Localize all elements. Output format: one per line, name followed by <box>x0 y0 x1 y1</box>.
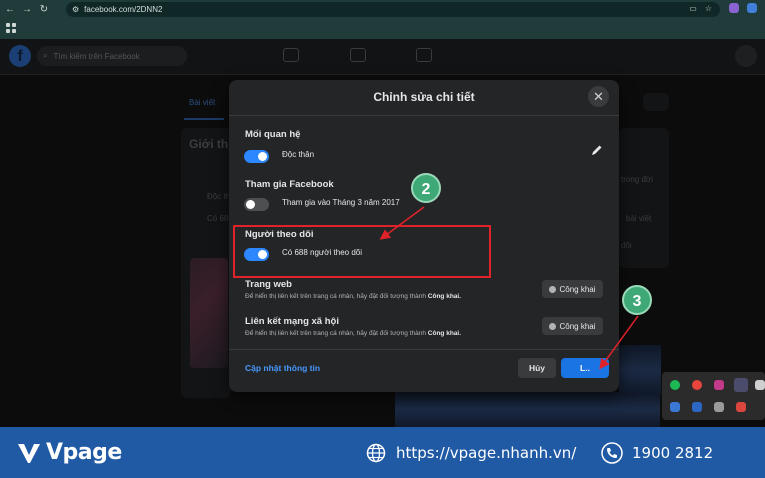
vpage-logo-icon <box>18 444 40 463</box>
vpage-footer-banner: Vpage https://vpage.nhanh.vn/ 1900 2812 <box>0 427 765 478</box>
vpage-logo: Vpage <box>16 439 122 465</box>
app-tray-icon[interactable] <box>714 380 724 390</box>
antivirus-tray-icon[interactable] <box>736 402 746 412</box>
arrow-step3 <box>599 315 639 370</box>
globe-icon <box>366 443 386 463</box>
network-tray-icon[interactable] <box>714 402 724 412</box>
chrome-icon[interactable] <box>692 380 702 390</box>
annotation-arrows <box>379 206 639 370</box>
shield-tray-icon[interactable] <box>670 402 680 412</box>
step-2-badge: 2 <box>411 173 441 203</box>
footer-url[interactable]: https://vpage.nhanh.vn/ <box>396 444 576 462</box>
spotify-icon[interactable] <box>670 380 680 390</box>
system-tray-popup <box>662 372 765 420</box>
footer-phone[interactable]: 1900 2812 <box>632 444 713 462</box>
bluetooth-icon[interactable] <box>692 402 702 412</box>
pen-tray-icon[interactable] <box>734 378 748 392</box>
vpage-brand: Vpage <box>46 439 122 465</box>
phone-icon <box>601 442 623 464</box>
send-tray-icon[interactable] <box>755 380 765 390</box>
step-3-badge: 3 <box>622 285 652 315</box>
arrow-step2 <box>379 206 425 240</box>
